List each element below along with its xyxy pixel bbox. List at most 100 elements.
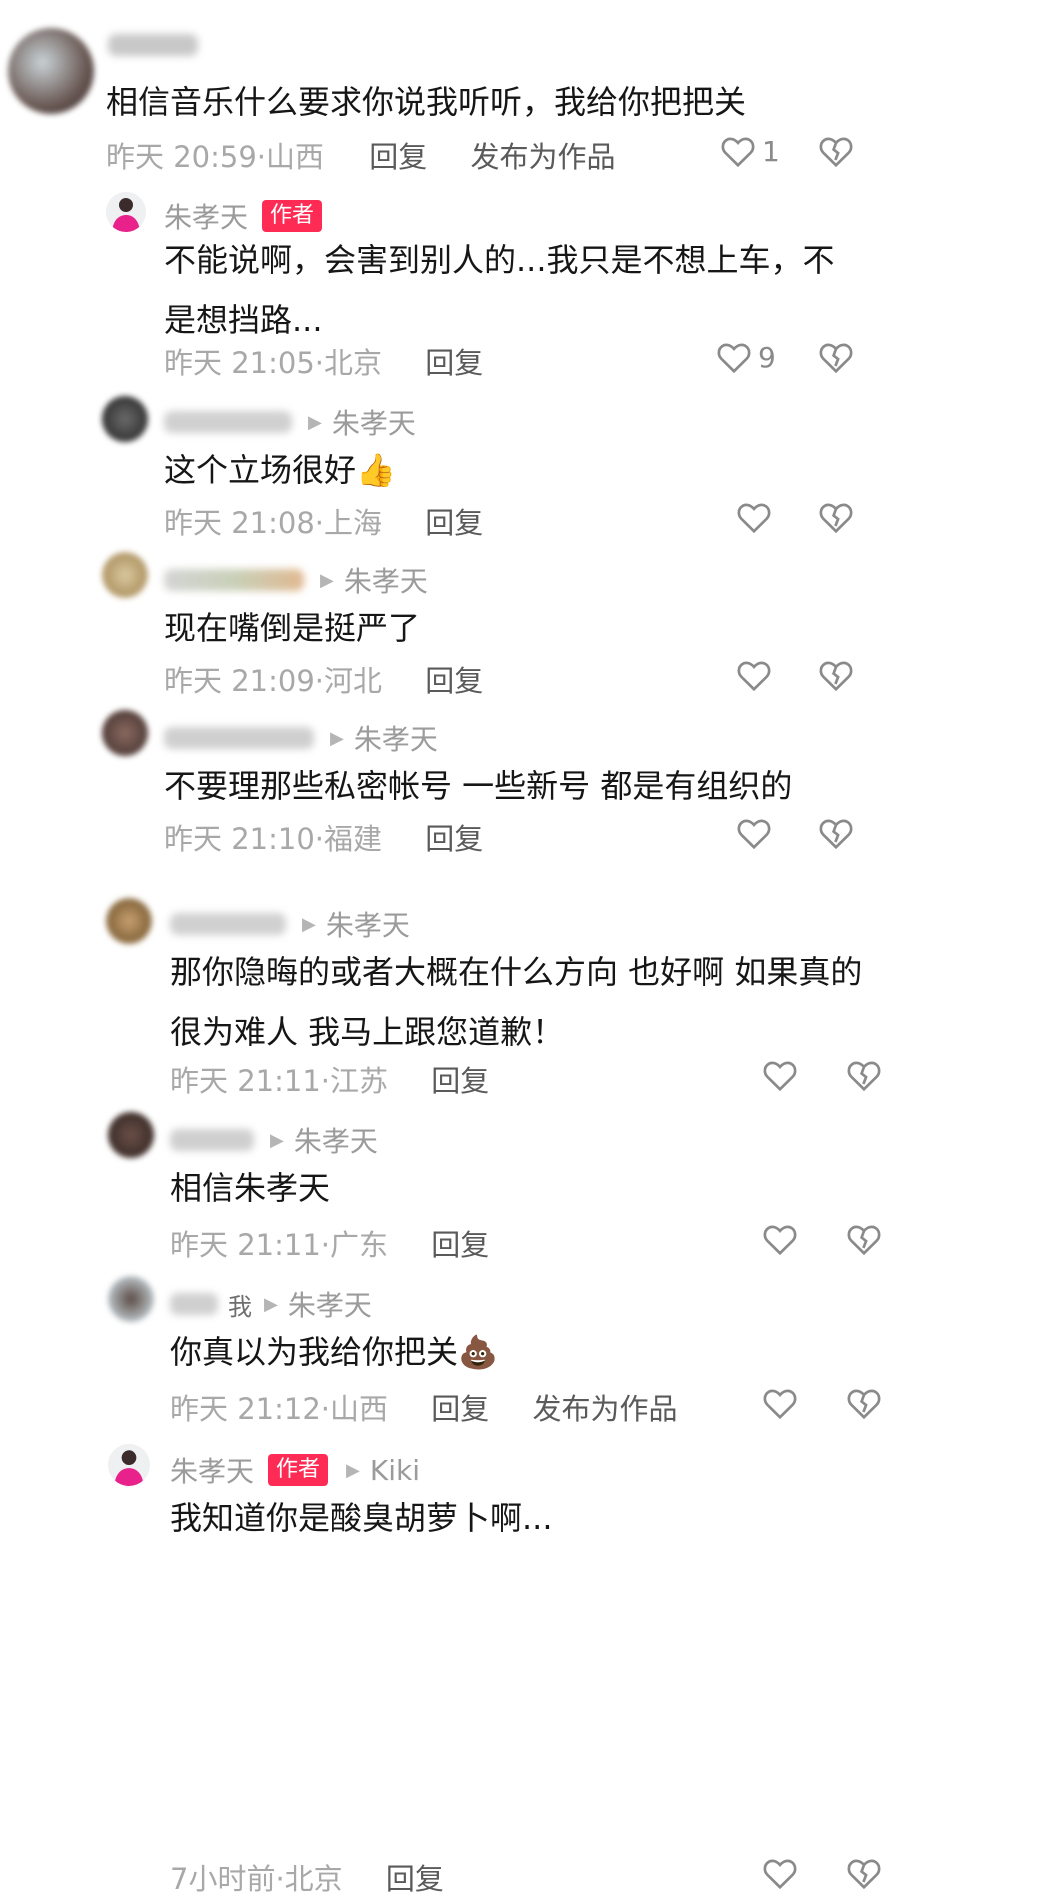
- broken-heart-icon: [819, 503, 853, 534]
- dislike-button[interactable]: [846, 1856, 882, 1890]
- like-button[interactable]: 1: [720, 134, 780, 168]
- publish-as-work-button[interactable]: 发布为作品: [470, 134, 615, 176]
- reply-button[interactable]: 回复: [369, 134, 427, 176]
- dislike-button[interactable]: [818, 134, 854, 168]
- comment-meta: 昨天 20:59·山西 回复 发布为作品: [106, 134, 616, 176]
- comment-header: ▶ 朱孝天: [164, 718, 438, 758]
- reply-to-username[interactable]: 朱孝天: [332, 402, 416, 442]
- like-button[interactable]: [762, 1386, 798, 1420]
- broken-heart-icon: [819, 137, 853, 168]
- avatar[interactable]: [102, 396, 148, 442]
- username-blurred[interactable]: [170, 913, 286, 935]
- like-button[interactable]: [762, 1222, 798, 1256]
- publish-as-work-button[interactable]: 发布为作品: [532, 1386, 677, 1428]
- triangle-right-icon: ▶: [308, 411, 322, 433]
- comment-meta: 7小时前·北京 回复: [170, 1856, 444, 1898]
- comment-location: 广东: [330, 1228, 389, 1262]
- like-button[interactable]: 9: [716, 340, 776, 374]
- dislike-button[interactable]: [846, 1058, 882, 1092]
- author-avatar-image: [108, 1444, 150, 1486]
- dislike-button[interactable]: [818, 340, 854, 374]
- comment-time: 昨天 21:08: [164, 506, 315, 540]
- me-tag: 我: [228, 1292, 252, 1321]
- comment-header: ▶ 朱孝天: [170, 1120, 378, 1160]
- dislike-button[interactable]: [818, 658, 854, 692]
- like-button[interactable]: [736, 816, 772, 850]
- triangle-right-icon: ▶: [320, 569, 334, 591]
- comment-time: 昨天 21:09: [164, 664, 315, 698]
- avatar[interactable]: [108, 1112, 154, 1158]
- reply-button[interactable]: 回复: [425, 500, 483, 542]
- broken-heart-icon: [819, 661, 853, 692]
- avatar[interactable]: [102, 552, 148, 598]
- reply-button[interactable]: 回复: [431, 1222, 489, 1264]
- heart-outline-icon: [763, 1225, 797, 1256]
- dislike-button[interactable]: [846, 1222, 882, 1256]
- comment-meta: 昨天 21:09·河北 回复: [164, 658, 483, 700]
- username[interactable]: 朱孝天: [170, 1450, 254, 1490]
- reply-button[interactable]: 回复: [425, 658, 483, 700]
- avatar[interactable]: [108, 1444, 150, 1486]
- avatar[interactable]: [102, 710, 148, 756]
- username-blurred[interactable]: [170, 1293, 218, 1315]
- reply-button[interactable]: 回复: [386, 1856, 444, 1898]
- triangle-right-icon: ▶: [346, 1459, 360, 1481]
- comment-meta: 昨天 21:08·上海 回复: [164, 500, 483, 542]
- comment-text: 我知道你是酸臭胡萝卜啊...: [170, 1499, 553, 1537]
- avatar[interactable]: [8, 28, 94, 114]
- like-button[interactable]: [736, 500, 772, 534]
- heart-outline-icon: [717, 343, 751, 374]
- dislike-button[interactable]: [818, 816, 854, 850]
- broken-heart-icon: [847, 1389, 881, 1420]
- comment-time: 昨天 21:11: [170, 1064, 321, 1098]
- broken-heart-icon: [847, 1859, 881, 1890]
- comment-header: ▶ 朱孝天: [170, 904, 410, 944]
- broken-heart-icon: [847, 1225, 881, 1256]
- comment-text: 那你隐晦的或者大概在什么方向 也好啊 如果真的很为难人 我马上跟您道歉！: [170, 953, 863, 1051]
- reply-button[interactable]: 回复: [431, 1386, 489, 1428]
- comment-time: 昨天 20:59: [106, 140, 257, 174]
- heart-outline-icon: [763, 1859, 797, 1890]
- reply-to-username[interactable]: 朱孝天: [354, 718, 438, 758]
- broken-heart-icon: [847, 1061, 881, 1092]
- like-button[interactable]: [736, 658, 772, 692]
- like-button[interactable]: [762, 1058, 798, 1092]
- heart-outline-icon: [763, 1061, 797, 1092]
- comment-text: 不要理那些私密帐号 一些新号 都是有组织的: [164, 767, 793, 805]
- broken-heart-icon: [819, 343, 853, 374]
- reply-button[interactable]: 回复: [431, 1058, 489, 1100]
- reply-button[interactable]: 回复: [425, 816, 483, 858]
- comment-text: 现在嘴倒是挺严了: [164, 609, 421, 647]
- comment-meta: 昨天 21:11·广东 回复: [170, 1222, 489, 1264]
- username-blurred[interactable]: [164, 569, 304, 591]
- reply-to-username[interactable]: 朱孝天: [288, 1284, 372, 1324]
- reply-to-username[interactable]: 朱孝天: [294, 1120, 378, 1160]
- comment-time: 昨天 21:10: [164, 822, 315, 856]
- comment-meta: 昨天 21:12·山西 回复 发布为作品: [170, 1386, 678, 1428]
- comment-time: 昨天 21:12: [170, 1392, 321, 1426]
- comment-location: 上海: [324, 506, 383, 540]
- comment-text: 相信朱孝天: [170, 1169, 331, 1207]
- reply-to-username[interactable]: 朱孝天: [344, 560, 428, 600]
- author-avatar-image: [106, 192, 146, 232]
- avatar[interactable]: [108, 1276, 154, 1322]
- dislike-button[interactable]: [846, 1386, 882, 1420]
- username-blurred[interactable]: [164, 727, 314, 749]
- comment-header: 我 ▶ 朱孝天: [170, 1284, 372, 1324]
- avatar[interactable]: [106, 898, 152, 944]
- comment-header: ▶ 朱孝天: [164, 560, 428, 600]
- username-blurred[interactable]: [108, 34, 208, 56]
- reply-to-username[interactable]: Kiki: [370, 1454, 420, 1487]
- author-badge: 作者: [262, 200, 323, 232]
- username-blurred[interactable]: [164, 411, 292, 433]
- comment-header: 朱孝天 作者 ▶ Kiki: [170, 1450, 420, 1490]
- reply-to-username[interactable]: 朱孝天: [326, 904, 410, 944]
- comment-time: 昨天 21:11: [170, 1228, 321, 1262]
- like-button[interactable]: [762, 1856, 798, 1890]
- username-blurred[interactable]: [170, 1129, 254, 1151]
- reply-button[interactable]: 回复: [425, 340, 483, 382]
- comment-location: 北京: [284, 1862, 343, 1896]
- dislike-button[interactable]: [818, 500, 854, 534]
- avatar[interactable]: [106, 192, 146, 232]
- comment-time: 昨天 21:05: [164, 346, 315, 380]
